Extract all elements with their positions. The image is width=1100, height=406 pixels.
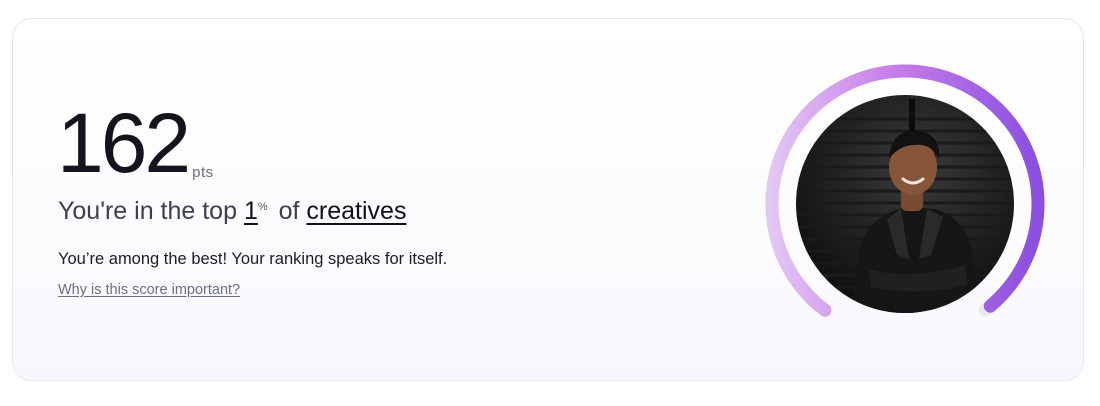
- rank-percent: 1: [243, 197, 258, 225]
- score-gauge: [765, 64, 1045, 317]
- rank-statement: You're in the top 1% of creatives: [58, 197, 406, 226]
- score-display: 162 pts: [57, 101, 214, 185]
- why-score-important-link[interactable]: Why is this score important?: [58, 282, 240, 298]
- score-card: 162 pts You're in the top 1% of creative…: [12, 18, 1084, 381]
- avatar: [796, 95, 1014, 313]
- score-unit: pts: [192, 164, 214, 181]
- rank-group-link[interactable]: creatives: [306, 197, 406, 225]
- score-value: 162: [57, 96, 191, 190]
- rank-percent-sign: %: [257, 200, 268, 213]
- ranking-subtitle: You’re among the best! Your ranking spea…: [58, 250, 448, 268]
- rank-middle: of: [278, 197, 300, 225]
- rank-prefix: You're in the top: [58, 197, 237, 225]
